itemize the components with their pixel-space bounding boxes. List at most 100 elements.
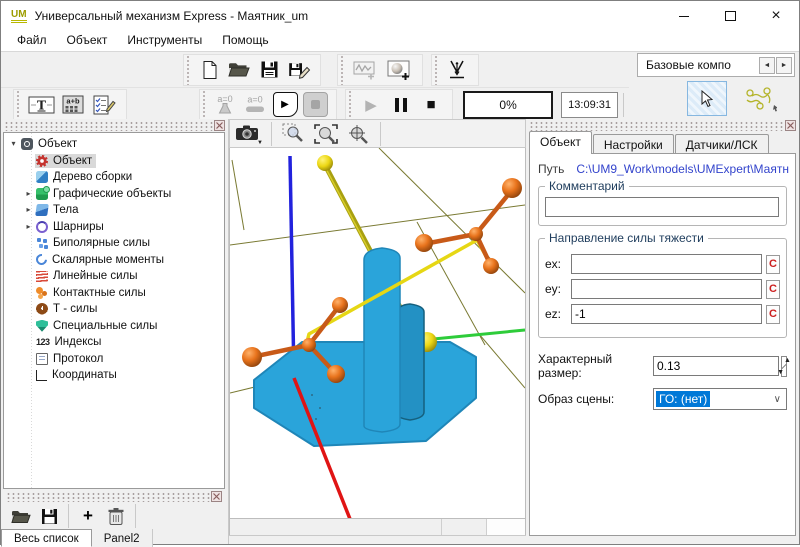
tree-item-assembly-tree[interactable]: Дерево сборки xyxy=(4,169,224,186)
pause-animation-button[interactable] xyxy=(386,92,416,118)
load-list-button[interactable] xyxy=(7,504,35,528)
component-palette: Базовые компо ◄ ► xyxy=(637,53,795,119)
chevron-right-icon[interactable]: ▸ xyxy=(22,222,35,232)
tree-item-selection: 123Индексы xyxy=(35,335,105,349)
tree-item-coordinates[interactable]: Координаты xyxy=(4,367,224,384)
text-editor-button[interactable]: T xyxy=(24,92,58,118)
tree-item-contact-forces[interactable]: Контактные силы xyxy=(4,285,224,302)
menu-object[interactable]: Объект xyxy=(57,31,118,51)
protocol-icon xyxy=(36,353,48,365)
toolbar-grip[interactable] xyxy=(16,90,21,120)
initial-conditions-button[interactable]: a=0 xyxy=(210,92,240,118)
scalar-torques-icon xyxy=(34,252,49,267)
size-spinner[interactable]: ▲ ▼ xyxy=(781,356,787,377)
panel-grip[interactable] xyxy=(529,121,796,131)
snapshot-button[interactable]: ▼ xyxy=(234,122,264,146)
chevron-down-icon[interactable]: ▾ xyxy=(7,139,20,149)
save-as-icon xyxy=(288,60,311,80)
maximize-button[interactable] xyxy=(707,1,753,31)
menu-tools[interactable]: Инструменты xyxy=(117,31,212,51)
size-input[interactable] xyxy=(653,356,779,376)
delete-item-button[interactable] xyxy=(102,504,130,528)
select-mode-button[interactable] xyxy=(687,81,727,116)
comment-input[interactable] xyxy=(545,197,779,217)
toolbar-grip[interactable] xyxy=(186,55,191,85)
tree-item-selection: Тела xyxy=(35,203,83,217)
tree-item-joints[interactable]: ▸ Шарниры xyxy=(4,219,224,236)
spin-down-icon: ▼ xyxy=(777,369,784,376)
toolbar-grip[interactable] xyxy=(434,55,439,85)
play-animation-button[interactable]: ▶ xyxy=(356,92,386,118)
scene-image-select[interactable]: ГО: (нет) ∨ xyxy=(653,388,787,410)
close-button[interactable]: × xyxy=(753,1,799,31)
interrupt-button[interactable] xyxy=(300,92,330,118)
add-item-button[interactable]: + xyxy=(74,504,102,528)
toolbar-row-file xyxy=(1,52,629,87)
ez-constant-button[interactable]: C xyxy=(766,305,780,324)
tree-item-scalar-torques[interactable]: Скалярные моменты xyxy=(4,252,224,269)
tree-item-label: Графические объекты xyxy=(53,188,171,200)
toolbar-row-simulation: T a+b a=0 a=0 ▶ xyxy=(1,87,629,121)
tab-sensors-lsk[interactable]: Датчики/ЛСК xyxy=(675,134,769,154)
ex-constant-button[interactable]: C xyxy=(766,255,780,274)
menu-file[interactable]: Файл xyxy=(7,31,57,51)
svg-text:a+b: a+b xyxy=(66,97,80,106)
ez-input[interactable] xyxy=(571,304,762,324)
tab-object[interactable]: Объект xyxy=(529,131,592,154)
ey-input[interactable] xyxy=(571,279,762,299)
tree-item-indices[interactable]: 123Индексы xyxy=(4,334,224,351)
new-model-button[interactable] xyxy=(194,57,224,83)
add-special-element-button[interactable] xyxy=(737,82,783,115)
tree-item-t-forces[interactable]: Т - силы xyxy=(4,301,224,318)
ey-constant-button[interactable]: C xyxy=(766,280,780,299)
calculator-icon: a+b xyxy=(62,95,84,114)
tree-item-linear-forces[interactable]: Линейные силы xyxy=(4,268,224,285)
save-model-button[interactable] xyxy=(254,57,284,83)
menubar: Файл Объект Инструменты Помощь xyxy=(1,31,799,51)
stop-animation-button[interactable]: ■ xyxy=(416,92,446,118)
start-simulation-button[interactable]: ▶ xyxy=(270,92,300,118)
panel-grip[interactable] xyxy=(4,121,225,131)
zoom-fit-button[interactable] xyxy=(311,122,341,146)
pause-icon xyxy=(395,98,407,112)
toolbar-grip[interactable] xyxy=(202,90,207,120)
new-plot-window-button[interactable] xyxy=(348,57,382,83)
tree-item-label: Объект xyxy=(38,138,77,150)
palette-scroll-left-button[interactable]: ◄ xyxy=(759,57,775,74)
tree-item-selection: Шарниры xyxy=(35,220,108,234)
tree-item-protocol[interactable]: Протокол xyxy=(4,351,224,368)
tree-item-label: Индексы xyxy=(55,336,102,348)
save-list-button[interactable] xyxy=(35,504,63,528)
open-model-button[interactable] xyxy=(224,57,254,83)
toolbar-grip[interactable] xyxy=(340,55,345,85)
tree-item-object-root[interactable]: ▾ Объект xyxy=(4,136,224,153)
save-as-button[interactable] xyxy=(284,57,314,83)
minimize-button[interactable] xyxy=(661,1,707,31)
toolbar-grip[interactable] xyxy=(348,90,353,120)
tab-panel2[interactable]: Panel2 xyxy=(92,529,153,547)
palette-scroll-right-button[interactable]: ► xyxy=(776,57,792,74)
zoom-center-button[interactable] xyxy=(343,122,373,146)
tree-item-object[interactable]: Объект xyxy=(4,153,224,170)
tree-item-label: Скалярные моменты xyxy=(52,254,164,266)
tree-item-graphic-objects[interactable]: ▸ Графические объекты xyxy=(4,186,224,203)
identifiers-button[interactable]: a+b xyxy=(58,92,88,118)
ex-input[interactable] xyxy=(571,254,762,274)
chevron-right-icon[interactable]: ▸ xyxy=(22,189,35,199)
tree-item-bodies[interactable]: ▸ Тела xyxy=(4,202,224,219)
viewport-3d-scene[interactable] xyxy=(230,148,525,518)
tree-item-special-forces[interactable]: Специальные силы xyxy=(4,318,224,335)
ey-label: ey: xyxy=(545,282,571,296)
tab-whole-list[interactable]: Весь список xyxy=(1,529,92,547)
chevron-right-icon[interactable]: ▸ xyxy=(22,205,35,215)
equilibrium-button[interactable]: a=0 xyxy=(240,92,270,118)
panel-grip[interactable] xyxy=(6,492,222,502)
gravity-direction-button[interactable] xyxy=(442,57,472,83)
edit-protocol-button[interactable] xyxy=(88,92,120,118)
new-object-wizard-button[interactable] xyxy=(382,57,416,83)
zoom-center-icon xyxy=(346,123,370,145)
zoom-window-button[interactable] xyxy=(279,122,309,146)
tree-item-bipolar-forces[interactable]: Биполярные силы xyxy=(4,235,224,252)
tab-settings[interactable]: Настройки xyxy=(593,134,674,154)
menu-help[interactable]: Помощь xyxy=(212,31,278,51)
